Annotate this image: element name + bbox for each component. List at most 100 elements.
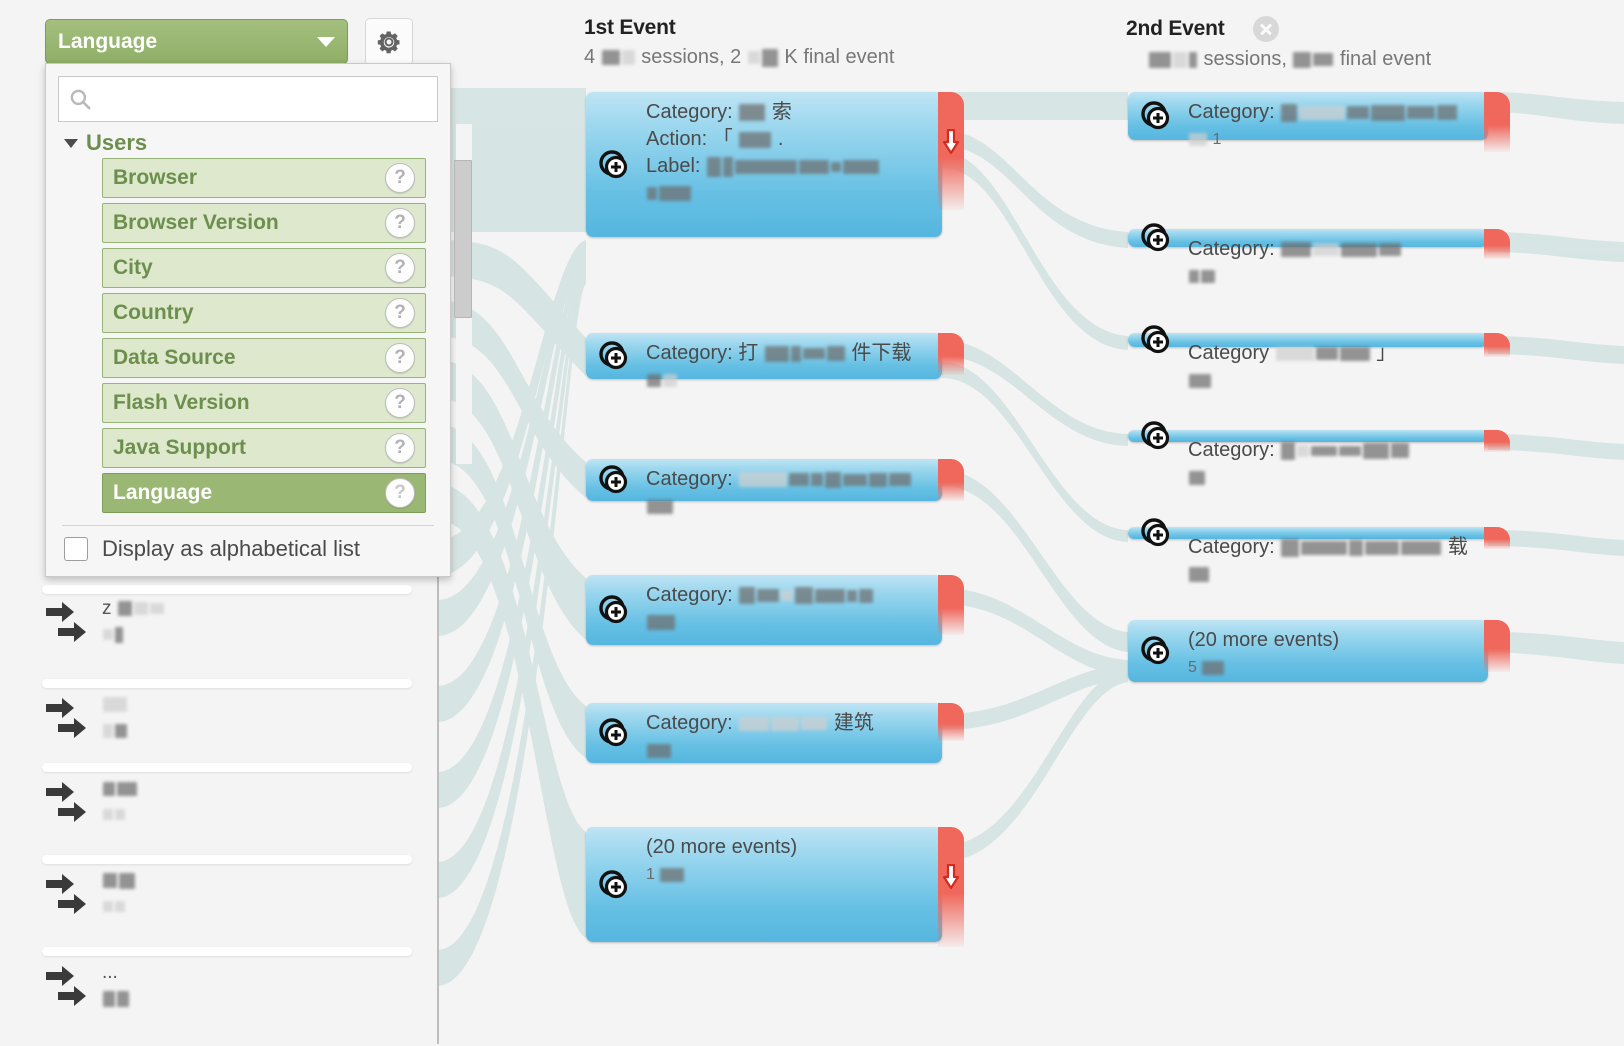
text-run: 打 [738, 342, 764, 364]
dropoff-bar[interactable] [1484, 430, 1510, 452]
question-mark-icon[interactable]: ? [385, 208, 415, 238]
dimension-option-browser[interactable]: Browser? [102, 158, 426, 198]
redacted-text-block [1299, 105, 1346, 120]
redacted-text-block [149, 603, 164, 615]
flow-node-count: 1 [646, 861, 936, 888]
dimension-option-city[interactable]: City? [102, 248, 426, 288]
flow-node-text: (20 more events) 1 [646, 834, 936, 888]
dimension-option-language[interactable]: Language? [102, 473, 426, 513]
flow-node-line: Category: 建筑 [646, 710, 936, 737]
redacted-text-block [771, 716, 800, 731]
flow-node[interactable]: Category: 索 Action: 「 . Label: [586, 92, 964, 237]
flow-node-line: Label: [646, 153, 936, 180]
dimension-search-input[interactable] [93, 87, 429, 111]
flow-node[interactable]: (20 more events) 5 [1128, 620, 1510, 682]
dimension-option-country[interactable]: Country? [102, 293, 426, 333]
redacted-text-block [1347, 106, 1370, 120]
redacted-text-block [103, 781, 115, 796]
flow-node-line: (20 more events) [1188, 627, 1482, 654]
sidebar-flow-row[interactable] [42, 692, 422, 748]
text-run: ... [102, 962, 118, 983]
alphabetical-checkbox[interactable] [64, 537, 88, 561]
question-mark-icon[interactable]: ? [385, 388, 415, 418]
sidebar-flow-row[interactable] [42, 776, 422, 832]
dropoff-bar[interactable] [938, 459, 964, 501]
redacted-text-block [735, 159, 798, 174]
dimension-option-flash-version[interactable]: Flash Version? [102, 383, 426, 423]
sidebar-row-label-line: z [102, 596, 165, 622]
redacted-text-block [757, 589, 780, 603]
dropoff-bar[interactable] [938, 827, 964, 947]
question-mark-icon[interactable]: ? [385, 298, 415, 328]
column-subtitle: sessions, final event [1126, 48, 1431, 71]
question-mark-icon[interactable]: ? [385, 253, 415, 283]
question-mark-icon[interactable]: ? [385, 433, 415, 463]
question-mark-icon[interactable]: ? [385, 163, 415, 193]
sidebar-row-label [102, 776, 138, 828]
sidebar-flow-row[interactable]: ... [42, 960, 422, 1016]
redacted-text-block [825, 471, 842, 488]
sidebar-link-bar[interactable] [42, 763, 412, 772]
dropoff-bar[interactable] [1484, 92, 1510, 152]
sidebar-link-bar[interactable] [42, 585, 412, 594]
dropoff-bar[interactable] [1484, 229, 1510, 259]
redacted-text-block [115, 809, 125, 821]
dimension-dropdown-button[interactable]: Language [45, 19, 348, 64]
redacted-text-block [115, 626, 123, 643]
flow-node[interactable]: (20 more events) 1 [586, 827, 964, 947]
question-mark-icon[interactable]: ? [385, 478, 415, 508]
magnify-plus-icon [599, 149, 628, 178]
redacted-text-block [831, 161, 842, 172]
dropoff-bar[interactable] [1484, 527, 1510, 549]
dimension-option-java-support[interactable]: Java Support? [102, 428, 426, 468]
close-circle-icon[interactable] [1253, 16, 1280, 42]
redacted-text-block [103, 990, 115, 1007]
dropoff-bar[interactable] [938, 92, 964, 210]
flow-node[interactable]: Category: 载 [1128, 518, 1510, 583]
flow-node[interactable]: Category 」 [1128, 325, 1510, 388]
redacted-text-block [843, 473, 868, 486]
text-run: Category: [646, 101, 739, 123]
dimension-option-label: Flash Version [113, 391, 250, 414]
text-run: 建筑 [828, 712, 874, 734]
dimension-search-box[interactable] [58, 76, 438, 122]
sidebar-flow-row[interactable] [42, 868, 422, 924]
flow-node[interactable]: Category: [586, 459, 964, 514]
flow-node-count [646, 180, 936, 207]
flow-node[interactable]: Category: 1 [1128, 92, 1510, 152]
sidebar-flow-row[interactable]: z [42, 596, 422, 652]
flow-node[interactable]: Category: [1128, 421, 1510, 485]
flow-node[interactable]: Category: [1128, 223, 1510, 284]
redacted-text-block [647, 615, 675, 631]
gear-button[interactable] [365, 18, 413, 66]
caret-down-icon [64, 138, 78, 148]
redacted-text-block [119, 872, 135, 889]
dimension-group-users[interactable]: Users [64, 130, 450, 156]
redacted-text-block [802, 348, 825, 360]
redacted-text-block [621, 50, 635, 66]
dropoff-bar[interactable] [1484, 333, 1510, 357]
links-group-right [942, 92, 1624, 862]
dropoff-bar[interactable] [938, 333, 964, 375]
sidebar-link-bar[interactable] [42, 679, 412, 688]
flow-node-line: (20 more events) [646, 834, 936, 861]
flow-node-count: 5 [1188, 654, 1482, 681]
alphabetical-list-row[interactable]: Display as alphabetical list [46, 526, 450, 576]
dropoff-bar[interactable] [938, 575, 964, 635]
flow-node[interactable]: Category: [586, 575, 964, 645]
sidebar-link-bar[interactable] [42, 855, 412, 864]
flow-node[interactable]: Category: 打 件下载 [586, 333, 964, 388]
dimension-option-label: City [113, 256, 153, 279]
question-mark-icon[interactable]: ? [385, 343, 415, 373]
sidebar-link-bar[interactable] [42, 947, 412, 956]
dropoff-bar[interactable] [1484, 620, 1510, 672]
dimension-option-label: Browser [113, 166, 198, 189]
dimension-option-data-source[interactable]: Data Source? [102, 338, 426, 378]
redacted-text-block [115, 723, 127, 738]
flow-node[interactable]: Category: 建筑 [586, 703, 964, 763]
dimension-option-browser-version[interactable]: Browser Version? [102, 203, 426, 243]
dropoff-bar[interactable] [938, 703, 964, 741]
sidebar-row-label: z [102, 596, 165, 648]
panel-scrollbar-thumb[interactable] [454, 160, 472, 318]
column-title: 1st Event [584, 16, 676, 39]
